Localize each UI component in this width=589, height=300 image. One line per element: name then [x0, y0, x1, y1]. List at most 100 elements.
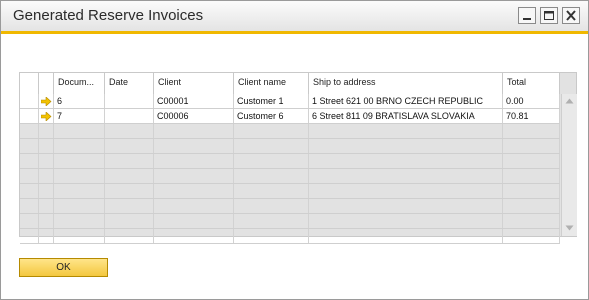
- document-cell: 6: [54, 94, 105, 108]
- empty-table-row: [20, 169, 560, 184]
- window-title: Generated Reserve Invoices: [13, 7, 204, 24]
- header-total[interactable]: Total: [503, 73, 560, 94]
- row-number-cell: [20, 94, 39, 108]
- empty-cell: [234, 214, 309, 228]
- empty-cell: [54, 214, 105, 228]
- document-cell: 7: [54, 109, 105, 123]
- empty-cell: [20, 184, 39, 198]
- empty-cell: [309, 229, 503, 243]
- empty-cell: [503, 169, 560, 183]
- empty-table-row: [20, 214, 560, 229]
- row-number-cell: [20, 109, 39, 123]
- empty-cell: [54, 124, 105, 138]
- maximize-button[interactable]: [540, 7, 558, 24]
- empty-cell: [503, 229, 560, 243]
- empty-cell: [234, 169, 309, 183]
- maximize-icon: [544, 11, 554, 20]
- minimize-button[interactable]: [518, 7, 536, 24]
- empty-table-row: [20, 154, 560, 169]
- empty-cell: [39, 124, 54, 138]
- invoice-grid: Docum... Date Client Client name Ship to…: [19, 72, 577, 244]
- empty-cell: [154, 184, 234, 198]
- client-name-cell: Customer 6: [234, 109, 309, 123]
- link-cell[interactable]: [39, 94, 54, 108]
- link-arrow-icon[interactable]: [41, 97, 52, 106]
- empty-cell: [309, 154, 503, 168]
- client-cell: C00006: [154, 109, 234, 123]
- empty-cell: [54, 169, 105, 183]
- empty-cell: [154, 139, 234, 153]
- empty-cell: [234, 229, 309, 243]
- empty-cell: [39, 154, 54, 168]
- empty-cell: [234, 139, 309, 153]
- empty-cell: [39, 214, 54, 228]
- header-client[interactable]: Client: [154, 73, 234, 94]
- empty-cell: [309, 214, 503, 228]
- empty-cell: [105, 184, 154, 198]
- empty-cell: [54, 139, 105, 153]
- empty-cell: [154, 199, 234, 213]
- dialog-window: Generated Reserve Invoices Docum... Date…: [0, 0, 589, 300]
- scroll-up-icon[interactable]: [565, 98, 574, 104]
- title-bar[interactable]: Generated Reserve Invoices: [1, 1, 588, 31]
- table-row[interactable]: 6 C00001 Customer 1 1 Street 621 00 BRNO…: [20, 94, 560, 109]
- empty-cell: [105, 169, 154, 183]
- client-cell: C00001: [154, 94, 234, 108]
- empty-cell: [234, 124, 309, 138]
- ok-button[interactable]: OK: [19, 258, 108, 277]
- empty-cell: [154, 214, 234, 228]
- empty-cell: [309, 184, 503, 198]
- empty-cell: [20, 229, 39, 243]
- client-name-cell: Customer 1: [234, 94, 309, 108]
- empty-cell: [309, 139, 503, 153]
- empty-cell: [503, 199, 560, 213]
- vertical-scrollbar[interactable]: [561, 94, 577, 236]
- close-button[interactable]: [562, 7, 580, 24]
- empty-cell: [503, 184, 560, 198]
- empty-cell: [234, 199, 309, 213]
- header-ship-to-address[interactable]: Ship to address: [309, 73, 503, 94]
- empty-cell: [105, 214, 154, 228]
- empty-cell: [105, 229, 154, 243]
- empty-cell: [105, 139, 154, 153]
- empty-cell: [39, 229, 54, 243]
- header-date[interactable]: Date: [105, 73, 154, 94]
- empty-cell: [39, 169, 54, 183]
- scroll-down-icon[interactable]: [565, 225, 574, 231]
- empty-cell: [54, 229, 105, 243]
- empty-cell: [503, 124, 560, 138]
- empty-cell: [54, 154, 105, 168]
- total-cell: 0.00: [503, 94, 560, 108]
- header-client-name[interactable]: Client name: [234, 73, 309, 94]
- empty-table-row: [20, 139, 560, 154]
- date-cell: [105, 109, 154, 123]
- link-cell[interactable]: [39, 109, 54, 123]
- ship-to-address-cell: 1 Street 621 00 BRNO CZECH REPUBLIC: [309, 94, 503, 108]
- link-arrow-icon[interactable]: [41, 112, 52, 121]
- ship-to-address-cell: 6 Street 811 09 BRATISLAVA SLOVAKIA: [309, 109, 503, 123]
- empty-table-row: [20, 124, 560, 139]
- empty-cell: [105, 199, 154, 213]
- empty-cell: [20, 169, 39, 183]
- empty-cell: [20, 154, 39, 168]
- empty-cell: [309, 169, 503, 183]
- empty-cell: [154, 154, 234, 168]
- empty-table-row: [20, 199, 560, 214]
- empty-cell: [39, 139, 54, 153]
- header-row-number: [20, 73, 39, 94]
- date-cell: [105, 94, 154, 108]
- minimize-icon: [523, 18, 531, 20]
- empty-table-row: [20, 184, 560, 199]
- empty-cell: [20, 199, 39, 213]
- empty-cell: [105, 154, 154, 168]
- empty-cell: [234, 184, 309, 198]
- header-link: [39, 73, 54, 94]
- empty-cell: [39, 184, 54, 198]
- header-document[interactable]: Docum...: [54, 73, 105, 94]
- table-row[interactable]: 7 C00006 Customer 6 6 Street 811 09 BRAT…: [20, 109, 560, 124]
- empty-cell: [234, 154, 309, 168]
- empty-cell: [503, 214, 560, 228]
- title-accent-bar: [1, 31, 588, 34]
- empty-cell: [154, 229, 234, 243]
- empty-cell: [20, 124, 39, 138]
